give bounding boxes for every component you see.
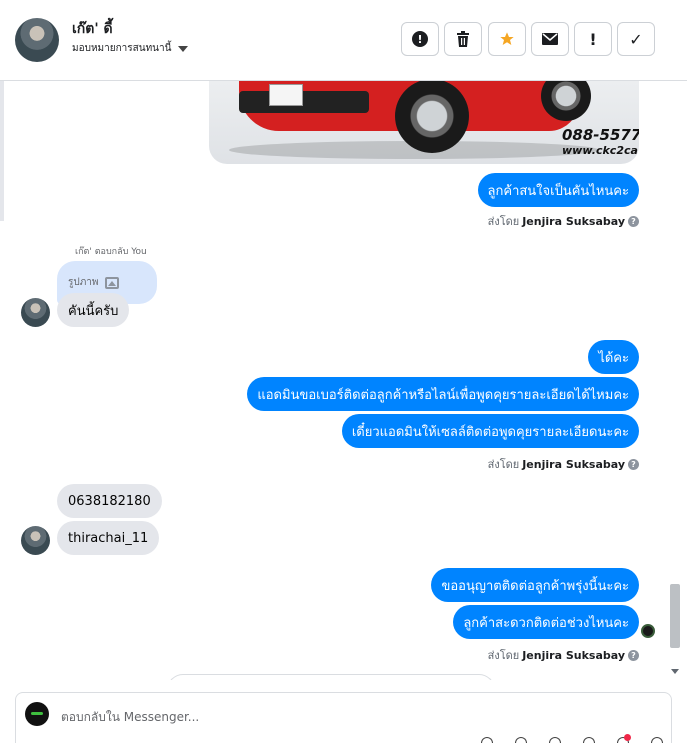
sent-by-label: ส่งโดย Jenjira Suksabay ? bbox=[488, 455, 639, 473]
notification-dot bbox=[624, 734, 631, 741]
exclamation-icon: ! bbox=[589, 29, 597, 49]
reply-composer[interactable]: ตอบกลับใน Messenger... bbox=[15, 692, 672, 743]
check-icon: ✓ bbox=[629, 29, 643, 49]
scrollbar[interactable] bbox=[668, 81, 682, 680]
message-incoming[interactable]: thirachai_11 bbox=[57, 521, 160, 555]
seen-avatar-icon bbox=[641, 624, 655, 638]
message-outgoing[interactable]: ลูกค้าสะดวกติดต่อช่วงไหนคะ bbox=[453, 605, 639, 639]
composer-toolbar bbox=[481, 737, 663, 743]
message-outgoing[interactable]: ลูกค้าสนใจเป็นคันไหนคะ bbox=[477, 173, 639, 207]
scrollbar-thumb[interactable] bbox=[670, 584, 680, 648]
license-plate bbox=[269, 84, 303, 106]
mark-spam-button[interactable]: ! bbox=[401, 22, 439, 56]
sent-by-prefix: ส่งโดย bbox=[487, 649, 520, 662]
envelope-icon bbox=[542, 33, 558, 45]
car-photo-attachment[interactable]: 088-5577 www.ckc2car bbox=[209, 81, 639, 164]
alert-circle-icon: ! bbox=[412, 31, 428, 47]
follow-up-button[interactable]: ! bbox=[574, 22, 612, 56]
reply-input[interactable]: ตอบกลับใน Messenger... bbox=[61, 708, 199, 727]
sent-by-name: Jenjira Suksabay bbox=[522, 457, 625, 471]
quoted-label: รูปภาพ bbox=[68, 277, 99, 288]
assign-label: มอบหมายการสนทนานี้ bbox=[72, 43, 172, 54]
attach-icon[interactable] bbox=[515, 737, 527, 743]
message-outgoing[interactable]: เดี๋ยวแอดมินให้เซลล์ติดต่อพูดคุยรายละเอี… bbox=[341, 414, 639, 448]
partial-card bbox=[167, 674, 495, 680]
car-grille bbox=[239, 91, 369, 113]
sent-by-label: ส่งโดย Jenjira Suksabay ? bbox=[488, 212, 639, 230]
star-button[interactable] bbox=[488, 22, 526, 56]
reply-context-label: เก๊ต' ตอบกลับ You bbox=[75, 247, 147, 257]
car-wheel-front bbox=[395, 81, 469, 153]
star-icon bbox=[500, 32, 514, 45]
image-icon bbox=[104, 276, 119, 289]
sent-by-name: Jenjira Suksabay bbox=[522, 648, 625, 662]
message-outgoing[interactable]: แอดมินขอเบอร์ติดต่อลูกค้าหรือไลน์เพื่อพู… bbox=[247, 377, 639, 411]
contact-name[interactable]: เก๊ต' ดี้ bbox=[72, 18, 113, 40]
car-watermark: 088-5577 www.ckc2car bbox=[562, 127, 639, 159]
delete-button[interactable] bbox=[444, 22, 482, 56]
message-outgoing[interactable]: ขออนุญาตติดต่อลูกค้าพรุ่งนี้นะคะ bbox=[431, 568, 639, 602]
help-icon[interactable]: ? bbox=[628, 215, 639, 227]
mark-done-button[interactable]: ✓ bbox=[617, 22, 655, 56]
sent-by-label: ส่งโดย Jenjira Suksabay ? bbox=[488, 646, 639, 664]
image-icon[interactable] bbox=[549, 737, 561, 743]
assign-conversation-dropdown[interactable]: มอบหมายการสนทนานี้ bbox=[72, 41, 189, 56]
sent-by-name: Jenjira Suksabay bbox=[522, 214, 625, 228]
scroll-down-arrow-icon[interactable] bbox=[671, 669, 679, 674]
like-icon[interactable] bbox=[651, 737, 663, 743]
message-outgoing[interactable]: ได้คะ bbox=[588, 340, 639, 374]
message-incoming[interactable]: คันนี้ครับ bbox=[57, 293, 130, 327]
watermark-phone: 088-5577 bbox=[562, 126, 639, 144]
trash-icon bbox=[457, 31, 469, 47]
message-incoming[interactable]: 0638182180 bbox=[57, 484, 162, 518]
page-avatar-icon bbox=[25, 702, 49, 726]
sent-by-prefix: ส่งโดย bbox=[487, 458, 520, 471]
caret-down-icon bbox=[178, 45, 189, 52]
add-icon[interactable] bbox=[481, 737, 493, 743]
watermark-site: www.ckc2car bbox=[562, 144, 639, 157]
emoji-icon[interactable] bbox=[583, 737, 595, 743]
contact-avatar-small[interactable] bbox=[21, 298, 50, 327]
help-icon[interactable]: ? bbox=[628, 649, 639, 661]
contact-avatar[interactable] bbox=[15, 18, 59, 62]
help-icon[interactable]: ? bbox=[628, 458, 639, 470]
conversation-header: เก๊ต' ดี้ มอบหมายการสนทนานี้ ! ! ✓ bbox=[0, 0, 687, 81]
contact-avatar-small[interactable] bbox=[21, 526, 50, 555]
sent-by-prefix: ส่งโดย bbox=[487, 215, 520, 228]
mark-unread-button[interactable] bbox=[531, 22, 569, 56]
message-list[interactable]: 088-5577 www.ckc2car ลูกค้าสนใจเป็นคันไห… bbox=[0, 81, 687, 680]
